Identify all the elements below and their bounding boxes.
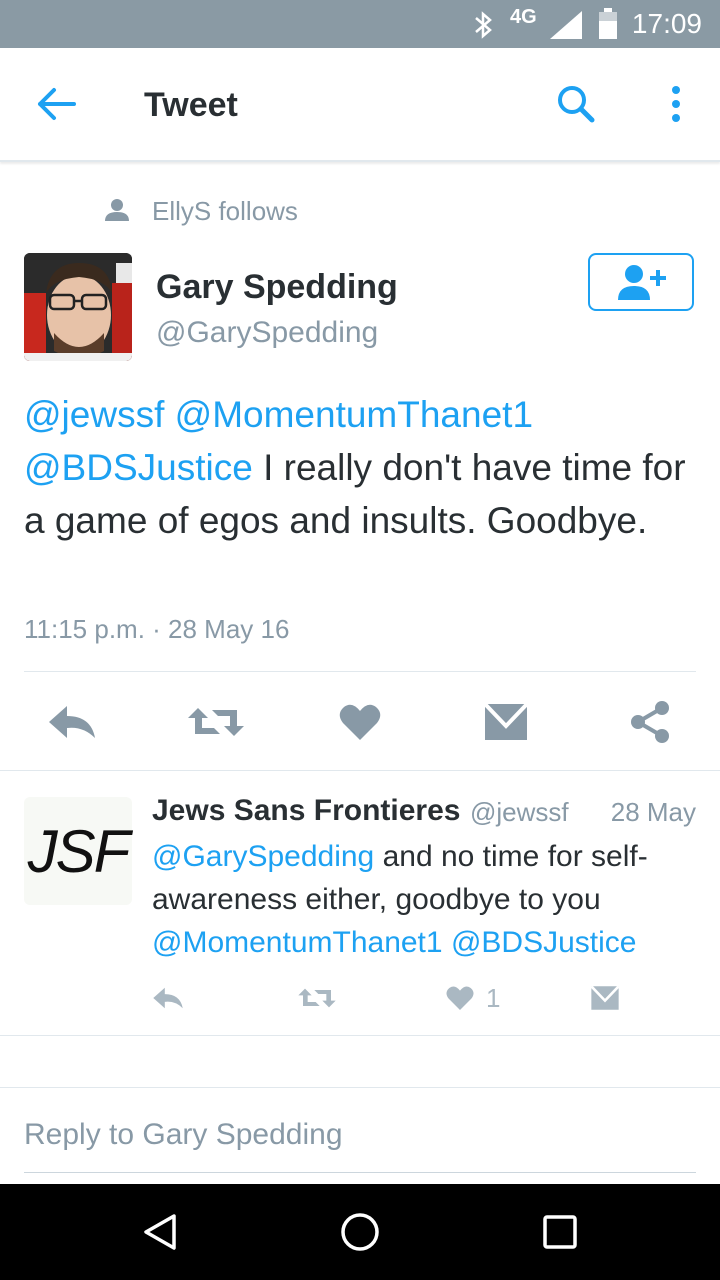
navigation-bar: [0, 1184, 720, 1280]
reply-author-handle[interactable]: @jewssf: [470, 797, 569, 828]
arrow-left-icon[interactable]: [36, 86, 76, 122]
network-type: 4G: [510, 6, 537, 28]
envelope-icon: [590, 985, 620, 1010]
reply-like-button[interactable]: 1: [446, 982, 500, 1014]
author-name[interactable]: Gary Spedding: [156, 268, 398, 307]
battery-icon: [599, 8, 617, 39]
mention-link[interactable]: @BDSJustice: [451, 926, 637, 959]
retweet-button[interactable]: [186, 696, 246, 748]
mention-link[interactable]: @MomentumThanet1: [152, 926, 443, 959]
reply-retweet-button[interactable]: [298, 982, 336, 1014]
mention-link[interactable]: @BDSJustice: [24, 447, 253, 488]
more-vertical-icon[interactable]: [666, 84, 686, 124]
direct-message-button[interactable]: [478, 696, 534, 748]
app-bar: Tweet: [0, 48, 720, 162]
social-context-text: EllyS follows: [152, 196, 298, 226]
divider: [0, 1087, 720, 1088]
avatar-logo: JSF: [27, 817, 131, 885]
tweet-timestamp: 11:15 p.m. · 28 May 16: [24, 614, 290, 644]
reply-text: @GarySpedding and no time for self-aware…: [152, 835, 702, 964]
recents-nav-icon[interactable]: [542, 1214, 578, 1250]
author-handle[interactable]: @GarySpedding: [156, 316, 378, 350]
person-icon: [105, 199, 129, 221]
share-icon: [631, 701, 669, 743]
reply-reply-button[interactable]: [152, 982, 184, 1014]
heart-icon: [339, 704, 381, 740]
page-title: Tweet: [144, 86, 238, 124]
status-bar: 4G 17:09: [0, 0, 720, 48]
reply-author-name[interactable]: Jews Sans Frontieres: [152, 794, 460, 828]
avatar-photo: [24, 253, 132, 361]
divider: [0, 1035, 720, 1036]
envelope-icon: [483, 702, 529, 740]
divider: [0, 770, 720, 771]
mention-link[interactable]: @GarySpedding: [152, 840, 374, 873]
add-person-icon: [618, 265, 666, 300]
heart-icon: [446, 986, 474, 1010]
reply-button[interactable]: [44, 696, 100, 748]
clock: 17:09: [631, 8, 702, 39]
retweet-icon: [188, 708, 244, 736]
reply-avatar[interactable]: JSF: [24, 797, 132, 905]
mention-link[interactable]: @jewssf: [24, 394, 164, 435]
input-underline: [24, 1172, 696, 1173]
home-nav-icon[interactable]: [340, 1212, 380, 1252]
reply-icon: [49, 706, 95, 738]
avatar[interactable]: [24, 253, 132, 361]
share-button[interactable]: [622, 696, 678, 748]
follow-button[interactable]: [588, 253, 694, 311]
search-icon[interactable]: [556, 84, 596, 124]
reply-date: 28 May: [610, 797, 696, 827]
divider: [24, 671, 696, 672]
like-count: 1: [486, 982, 501, 1013]
retweet-icon: [298, 988, 336, 1008]
back-nav-icon[interactable]: [140, 1212, 180, 1252]
reply-icon: [153, 987, 183, 1009]
signal-icon: [550, 11, 582, 39]
like-button[interactable]: [332, 696, 388, 748]
bluetooth-icon: [475, 11, 492, 39]
mention-link[interactable]: @MomentumThanet1: [175, 394, 533, 435]
reply-input[interactable]: Reply to Gary Spedding: [24, 1118, 343, 1152]
reply-dm-button[interactable]: [590, 982, 620, 1014]
tweet-text: @jewssf @MomentumThanet1 @BDSJustice I r…: [24, 388, 704, 547]
